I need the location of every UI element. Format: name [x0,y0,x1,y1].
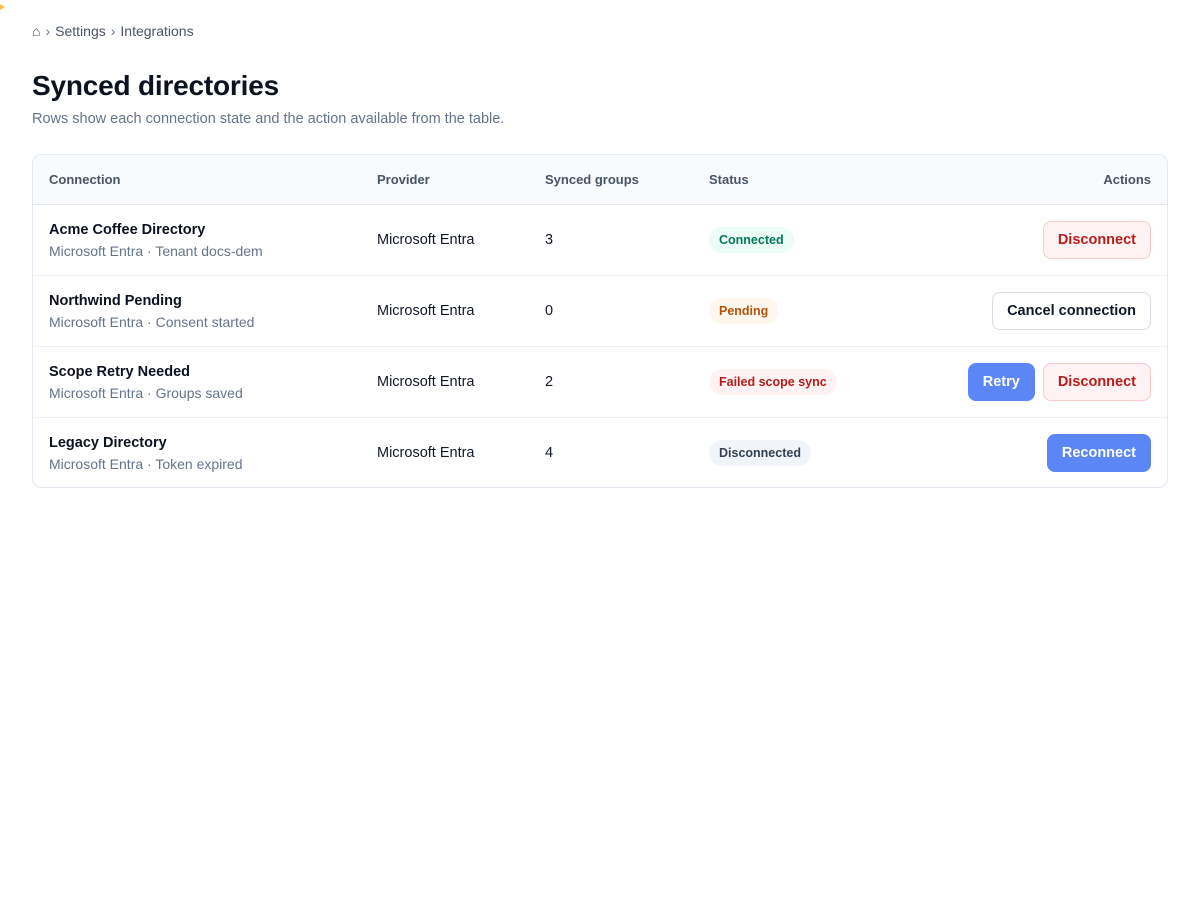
connection-detail: Microsoft Entra · Consent started [49,314,255,330]
row-actions: Cancel connection [992,292,1151,330]
provider-cell: Microsoft Entra [377,445,475,461]
status-badge: Failed scope sync [709,369,837,395]
breadcrumb-separator: › [45,23,51,39]
synced-groups-cell: 4 [545,445,554,461]
connection-name: Scope Retry Needed [49,364,191,380]
disconnect-button[interactable]: Disconnect [1042,363,1151,401]
directories-table: Connection Provider Synced groups Status… [32,154,1168,488]
column-header-actions: Actions [1103,172,1151,187]
page-title: Synced directories [32,70,279,101]
disconnect-button[interactable]: Disconnect [1042,221,1151,259]
row-actions: Reconnect [1046,434,1151,472]
connection-name: Acme Coffee Directory [49,222,206,238]
cancel-connection-button[interactable]: Cancel connection [992,292,1151,330]
table-row: Legacy Directory Microsoft Entra · Token… [33,418,1167,487]
synced-groups-cell: 3 [545,232,554,248]
synced-groups-cell: 2 [545,374,554,390]
table-row: Acme Coffee Directory Microsoft Entra · … [33,205,1167,276]
breadcrumb-settings[interactable]: Settings [55,23,106,39]
reconnect-button[interactable]: Reconnect [1046,434,1151,472]
page-subtitle: Rows show each connection state and the … [32,111,505,127]
status-badge: Pending [709,298,779,324]
connection-detail: Microsoft Entra · Token expired [49,456,243,472]
status-badge: Connected [709,227,794,253]
breadcrumb-integrations: Integrations [120,23,194,39]
row-actions: Disconnect [1042,221,1151,259]
table-row: Northwind Pending Microsoft Entra · Cons… [33,276,1167,347]
connection-detail: Microsoft Entra · Tenant docs-dem [49,243,263,259]
column-header-provider: Provider [377,172,430,187]
breadcrumb: ⌂ › Settings › Integrations [32,22,194,40]
row-actions: Retry Disconnect [967,363,1151,401]
status-badge: Disconnected [709,440,811,466]
connection-detail: Microsoft Entra · Groups saved [49,385,243,401]
provider-cell: Microsoft Entra [377,232,475,248]
connection-name: Legacy Directory [49,435,167,451]
column-header-connection: Connection [49,172,121,187]
column-header-synced-groups: Synced groups [545,172,639,187]
breadcrumb-separator: › [110,23,116,39]
connection-name: Northwind Pending [49,293,182,309]
column-header-status: Status [709,172,749,187]
provider-cell: Microsoft Entra [377,303,475,319]
corner-marker-icon [0,0,5,14]
table-row: Scope Retry Needed Microsoft Entra · Gro… [33,347,1167,418]
retry-button[interactable]: Retry [967,363,1035,401]
synced-groups-cell: 0 [545,303,554,319]
provider-cell: Microsoft Entra [377,374,475,390]
home-icon[interactable]: ⌂ [32,23,40,39]
table-header: Connection Provider Synced groups Status… [33,155,1167,205]
